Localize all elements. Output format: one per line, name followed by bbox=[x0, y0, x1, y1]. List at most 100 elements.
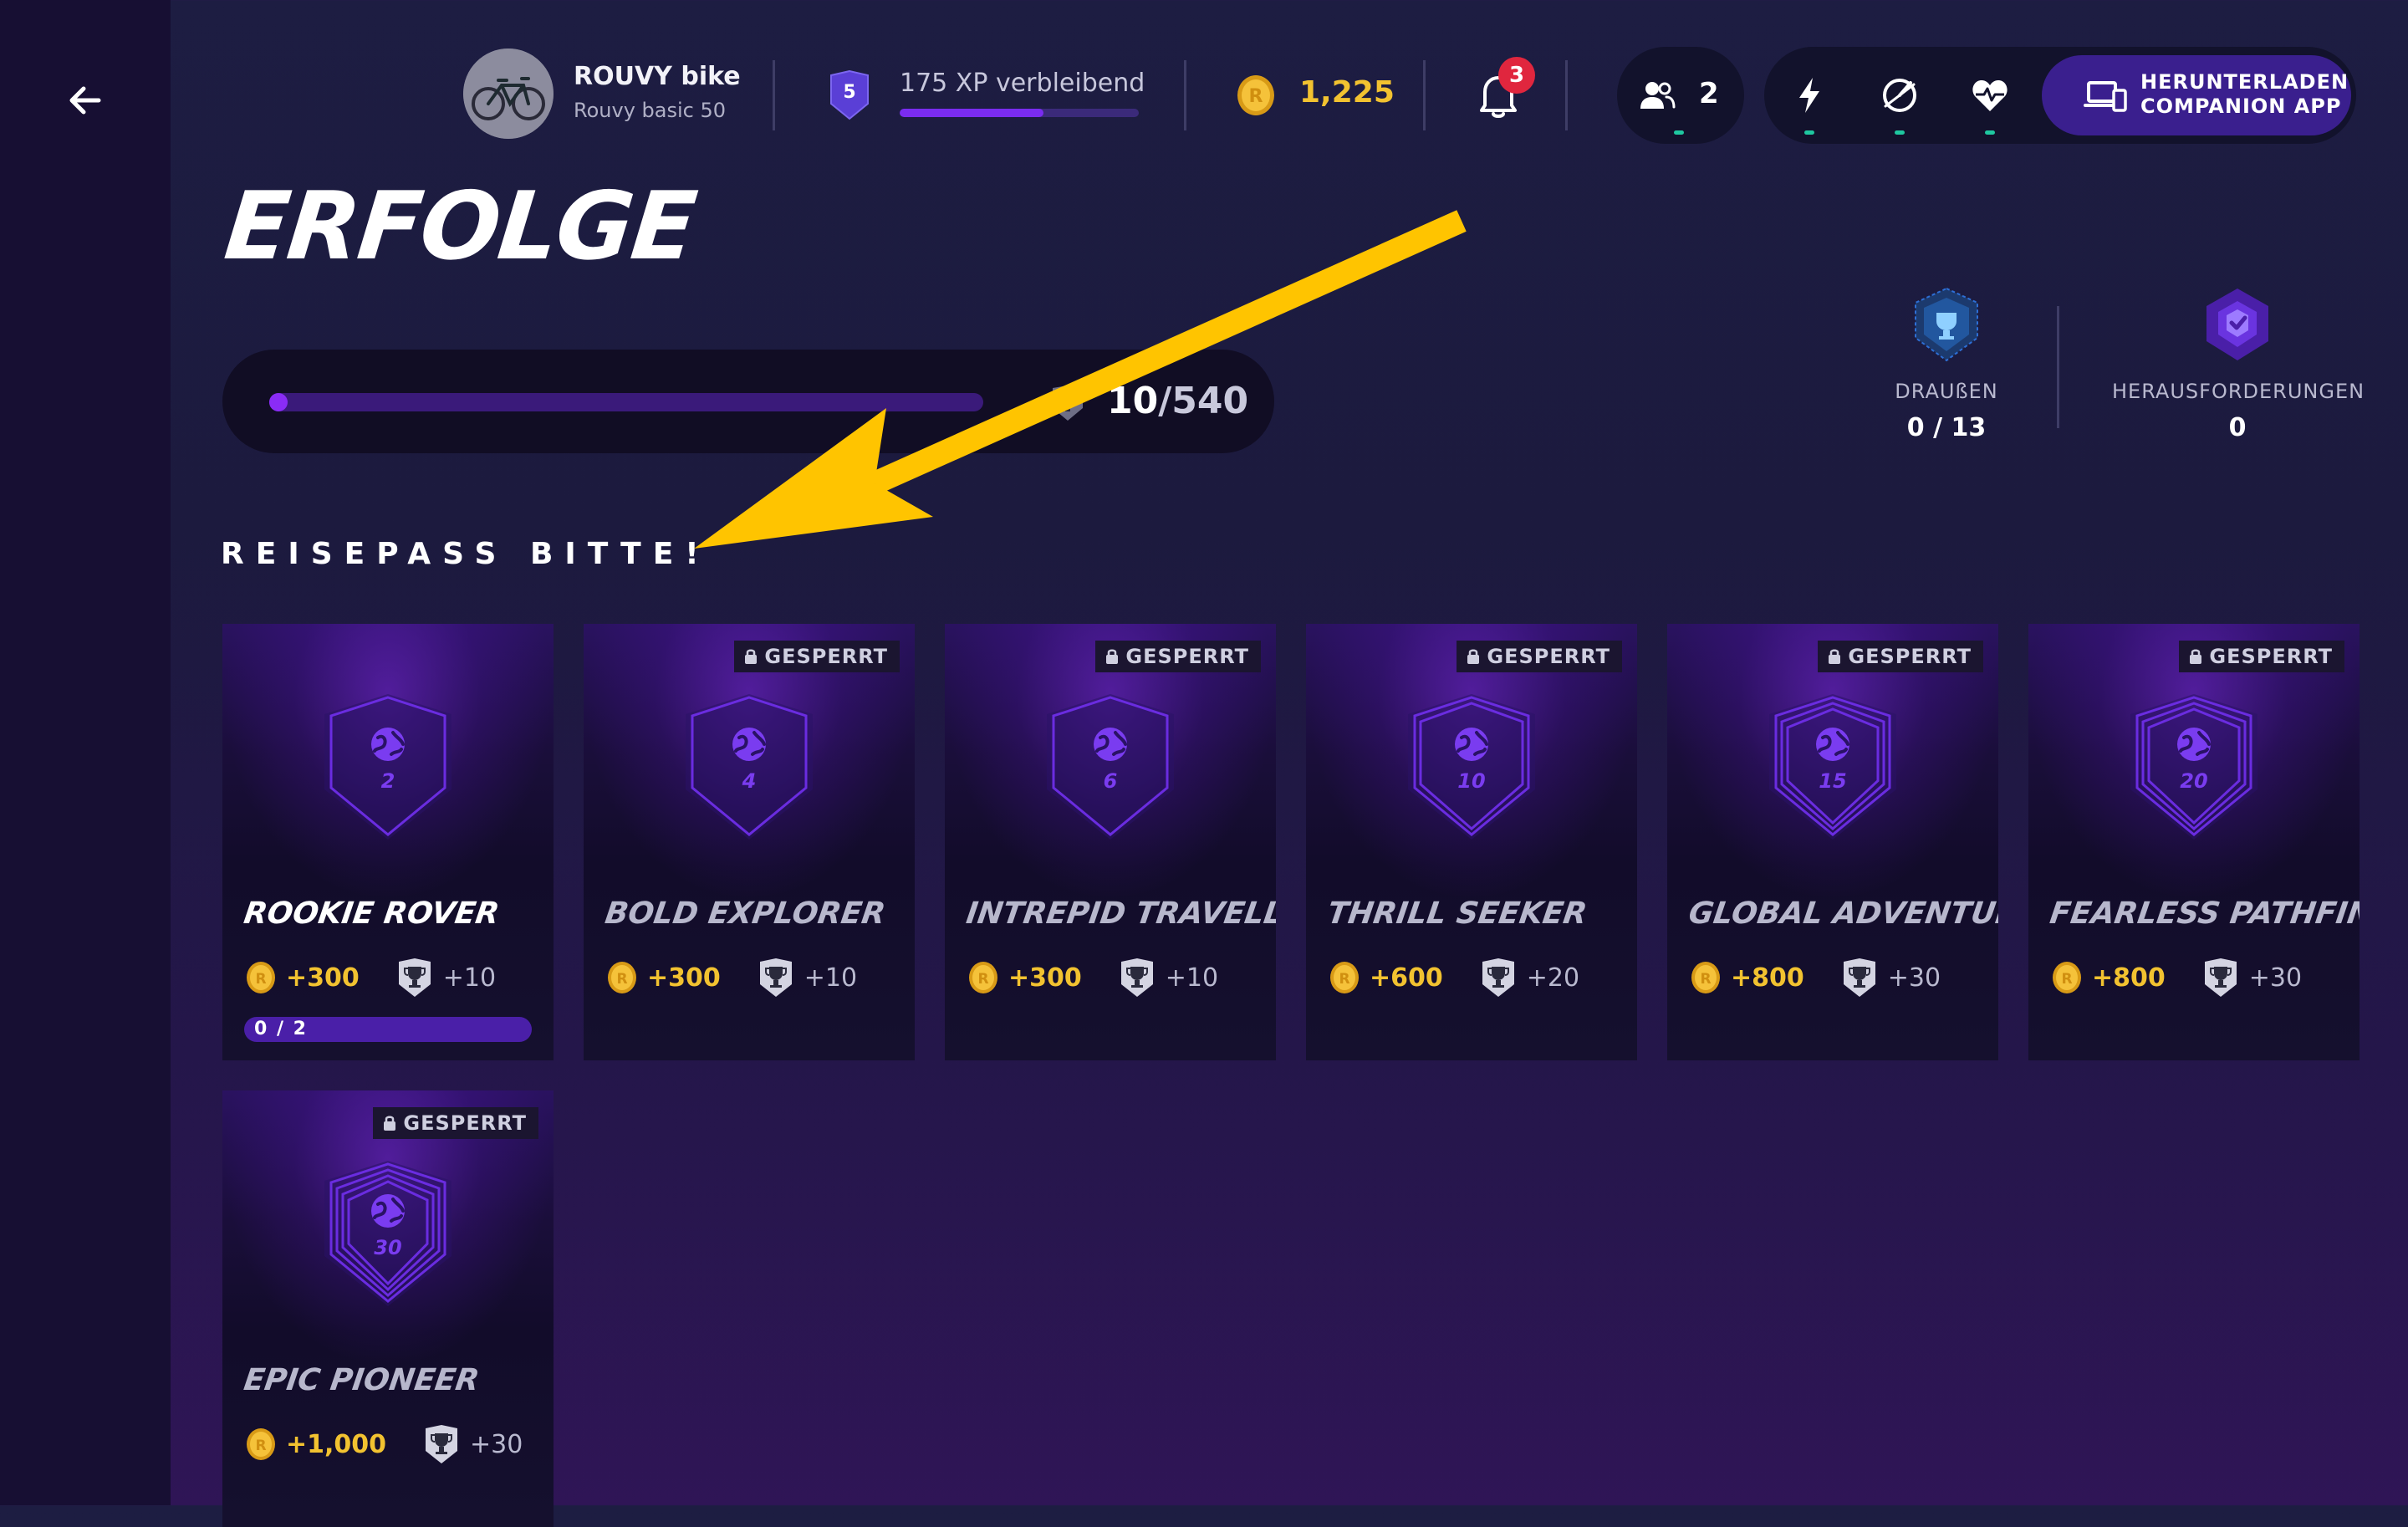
achievement-card[interactable]: GESPERRT 30 EPIC PIONEER R +1,000 +30 bbox=[222, 1090, 554, 1527]
coin-reward: +300 bbox=[647, 963, 721, 993]
back-button[interactable] bbox=[57, 72, 114, 129]
coin-reward: +300 bbox=[1008, 963, 1082, 993]
stat-challenges[interactable]: HERAUSFORDERUNGEN 0 bbox=[2112, 286, 2365, 442]
achievement-card[interactable]: GESPERRT 10 THRILL SEEKER R +600 +20 bbox=[1306, 624, 1637, 1060]
heart-rate-button[interactable] bbox=[1967, 72, 2013, 119]
achievement-name: GLOBAL ADVENTURER bbox=[1686, 896, 1998, 931]
coin-icon: R bbox=[608, 962, 636, 993]
bike-icon bbox=[463, 49, 554, 139]
lock-icon bbox=[1829, 649, 1841, 664]
passport-badge-icon: 10 bbox=[1408, 694, 1535, 840]
badge-number: 30 bbox=[374, 1236, 401, 1259]
lightning-icon bbox=[1799, 78, 1819, 113]
lock-icon bbox=[1106, 649, 1119, 664]
status-dot bbox=[1895, 130, 1905, 135]
trophy-reward: +10 bbox=[442, 963, 497, 993]
speedometer-icon bbox=[1883, 79, 1916, 112]
section-title: REISEPASS BITTE! bbox=[221, 537, 711, 571]
coin-reward: +1,000 bbox=[286, 1429, 387, 1459]
rewards: R +1,000 +30 bbox=[246, 1422, 523, 1467]
locked-tag: GESPERRT bbox=[1457, 641, 1622, 672]
achievement-card[interactable]: GESPERRT 4 BOLD EXPLORER R +300 +10 bbox=[584, 624, 915, 1060]
passport-badge-icon: 30 bbox=[324, 1161, 452, 1306]
lock-icon bbox=[2190, 649, 2202, 664]
coin-icon: R bbox=[247, 1428, 275, 1460]
lock-icon bbox=[384, 1116, 396, 1131]
trophy-reward: +10 bbox=[1165, 963, 1219, 993]
divider bbox=[773, 60, 775, 130]
passport-badge-icon: 20 bbox=[2130, 694, 2258, 840]
card-progress-bar: 0 / 2 bbox=[244, 1017, 532, 1042]
coin-balance: 1,225 bbox=[1299, 75, 1395, 110]
achievement-card[interactable]: GESPERRT 15 GLOBAL ADVENTURER R +800 +30 bbox=[1667, 624, 1998, 1060]
users-icon bbox=[1640, 82, 1676, 109]
friends-button[interactable] bbox=[1634, 72, 1681, 119]
trophy-icon bbox=[1843, 958, 1875, 997]
stat-value: 0 bbox=[2228, 413, 2247, 442]
badge-number: 10 bbox=[1457, 769, 1485, 793]
level-badge: 5 bbox=[829, 69, 870, 120]
lock-icon bbox=[745, 649, 758, 664]
page-title: ERFOLGE bbox=[220, 172, 701, 281]
locked-tag: GESPERRT bbox=[2179, 641, 2344, 672]
achievement-name: EPIC PIONEER bbox=[242, 1363, 482, 1397]
bike-model: Rouvy basic 50 bbox=[574, 99, 727, 122]
coin-reward: +600 bbox=[1370, 963, 1443, 993]
status-dot bbox=[1985, 130, 1995, 135]
achievement-card[interactable]: GESPERRT 20 FEARLESS PATHFINDER R +800 +… bbox=[2028, 624, 2360, 1060]
stat-outdoor[interactable]: DRAUßEN 0 / 13 bbox=[1821, 286, 2072, 442]
trophy-badge-icon bbox=[1915, 287, 1978, 362]
trophy-icon bbox=[426, 1425, 458, 1463]
achievement-name: ROOKIE ROVER bbox=[242, 896, 502, 931]
arrow-left-icon bbox=[69, 86, 101, 115]
stat-label: HERAUSFORDERUNGEN bbox=[2112, 380, 2365, 403]
svg-text:R: R bbox=[1339, 971, 1349, 988]
svg-text:R: R bbox=[977, 971, 988, 988]
download-label: HERUNTERLADEN COMPANION APP bbox=[2140, 70, 2349, 118]
achievement-name: THRILL SEEKER bbox=[1325, 896, 1589, 931]
trophy-icon bbox=[398, 958, 431, 997]
stat-value: 0 / 13 bbox=[1906, 413, 1987, 442]
passport-badge-icon: 15 bbox=[1769, 694, 1896, 840]
cadence-sensor-button[interactable] bbox=[1876, 72, 1923, 119]
passport-badge-icon: 4 bbox=[686, 694, 813, 840]
rewards: R +800 +30 bbox=[2052, 955, 2302, 1000]
achievement-card[interactable]: 2 ROOKIE ROVER R +300 +10 0 / 2 bbox=[222, 624, 554, 1060]
friends-count: 2 bbox=[1699, 77, 1719, 110]
trophy-reward: +10 bbox=[804, 963, 858, 993]
svg-text:R: R bbox=[2061, 971, 2072, 988]
status-dot bbox=[1674, 130, 1684, 135]
coin-icon: R bbox=[1236, 74, 1276, 117]
coin-icon: R bbox=[969, 962, 997, 993]
coin-icon: R bbox=[1330, 962, 1359, 993]
passport-badge-icon: 6 bbox=[1047, 694, 1174, 840]
power-sensor-button[interactable] bbox=[1786, 72, 1833, 119]
status-dot bbox=[1804, 130, 1814, 135]
achievement-name: FEARLESS PATHFINDER bbox=[2048, 896, 2360, 931]
rewards: R +300 +10 bbox=[968, 955, 1218, 1000]
achievements-progress: 10/540 bbox=[222, 350, 1274, 453]
coin-icon: R bbox=[247, 962, 275, 993]
locked-tag: GESPERRT bbox=[734, 641, 900, 672]
trophy-reward: +30 bbox=[470, 1429, 523, 1459]
achievement-card[interactable]: GESPERRT 6 INTREPID TRAVELLER R +300 +10 bbox=[945, 624, 1276, 1060]
achievements-count: 10/540 bbox=[1107, 380, 1249, 422]
stat-label: DRAUßEN bbox=[1895, 380, 1998, 403]
badge-number: 4 bbox=[742, 769, 757, 793]
trophy-icon bbox=[2204, 958, 2237, 997]
bike-avatar[interactable] bbox=[463, 49, 554, 139]
svg-text:R: R bbox=[1700, 971, 1711, 988]
trophy-reward: +30 bbox=[1887, 963, 1941, 993]
divider bbox=[1184, 60, 1186, 130]
svg-text:R: R bbox=[255, 1438, 266, 1454]
trophy-reward: +20 bbox=[1526, 963, 1580, 993]
rewards: R +600 +20 bbox=[1329, 955, 1579, 1000]
divider bbox=[1423, 60, 1426, 130]
trophy-reward: +30 bbox=[2248, 963, 2303, 993]
trophy-icon bbox=[1482, 958, 1514, 997]
trophy-shield-icon bbox=[1053, 386, 1083, 421]
bike-name: ROUVY bike bbox=[574, 62, 741, 91]
divider bbox=[1565, 60, 1568, 130]
achievement-name: BOLD EXPLORER bbox=[603, 896, 888, 931]
download-companion-app-button[interactable]: HERUNTERLADEN COMPANION APP bbox=[2042, 55, 2351, 135]
